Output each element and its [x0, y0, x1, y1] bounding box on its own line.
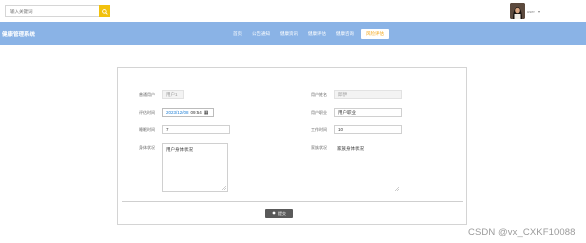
family-status-value: 家族身体状况 — [337, 146, 364, 151]
site-title: 健康管理系统 — [2, 32, 36, 38]
search-input[interactable] — [5, 5, 99, 17]
nav-item-health-consult[interactable]: 健康咨询 — [333, 29, 357, 39]
search-icon — [101, 2, 108, 20]
nav-menu: 首页 公告通知 健康资讯 健康评估 健康咨询 风险评估 — [230, 29, 389, 39]
form-divider — [122, 201, 463, 202]
eval-time-value: 09:54 — [190, 110, 202, 115]
calendar-icon[interactable]: ▦ — [204, 110, 209, 116]
submit-label: 提交 — [278, 210, 286, 216]
sleep-hours-field[interactable]: 7 — [162, 125, 230, 134]
resize-handle-icon[interactable] — [395, 187, 399, 191]
search-box — [5, 5, 110, 17]
user-job-field[interactable]: 用户职业 — [334, 108, 402, 117]
user-job-label: 用户职业 — [311, 110, 327, 115]
main-nav: 健康管理系统 首页 公告通知 健康资讯 健康评估 健康咨询 风险评估 — [0, 22, 586, 45]
nav-item-risk-assessment[interactable]: 风险评估 — [361, 29, 389, 39]
eval-date-value: 2023/12/08 — [166, 110, 189, 115]
resize-handle-icon[interactable] — [222, 186, 226, 190]
body-status-label: 身体状况 — [139, 145, 155, 150]
nav-item-health-assessment[interactable]: 健康评估 — [305, 29, 329, 39]
work-hours-field[interactable]: 10 — [334, 125, 402, 134]
sleep-hours-label: 睡眠时间 — [139, 127, 155, 132]
eval-time-field[interactable]: 2023/12/08 09:54 ▦ — [162, 108, 214, 117]
family-status-textarea[interactable]: 家族身体状况 — [334, 143, 400, 192]
csdn-watermark: CSDN @vx_CXKF10088 — [468, 227, 576, 238]
user-name-field: 邱伊 — [334, 90, 402, 99]
submit-button[interactable]: 提交 — [265, 209, 293, 218]
nav-item-announcements[interactable]: 公告通知 — [249, 29, 273, 39]
body-status-value: 用户身体状况 — [166, 147, 193, 152]
user-name-label: 用户姓名 — [311, 92, 327, 97]
family-status-label: 家族状况 — [311, 145, 327, 150]
user-name[interactable]: user — [527, 9, 535, 14]
submit-icon — [272, 211, 276, 216]
nav-item-health-news[interactable]: 健康资讯 — [277, 29, 301, 39]
chevron-down-icon[interactable]: ▾ — [538, 9, 540, 14]
work-hours-label: 工作时间 — [311, 127, 327, 132]
user-avatar[interactable] — [510, 3, 525, 19]
nav-item-home[interactable]: 首页 — [230, 29, 245, 39]
body-status-textarea[interactable]: 用户身体状况 — [162, 143, 228, 192]
search-button[interactable] — [99, 5, 110, 17]
user-account-field: 用户1 — [162, 90, 184, 99]
top-bar: user ▾ — [0, 0, 586, 22]
user-account-label: 普通用户 — [139, 92, 155, 97]
eval-time-label: 评估时间 — [139, 110, 155, 115]
